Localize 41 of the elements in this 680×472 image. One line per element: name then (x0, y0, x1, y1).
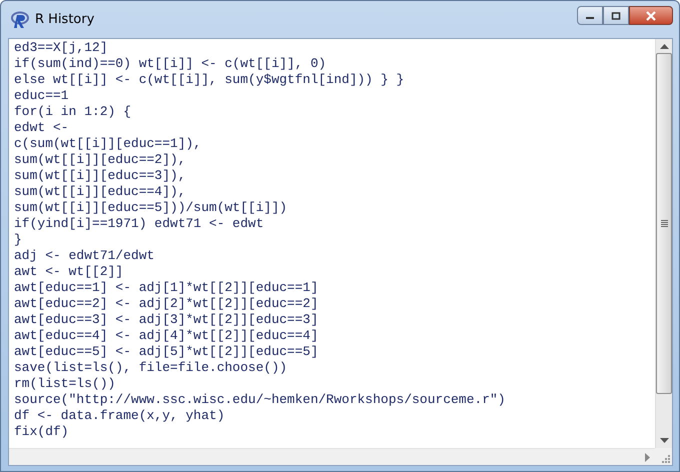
history-line: ed3==X[j,12] (14, 40, 109, 56)
resize-grip[interactable] (655, 448, 672, 465)
history-line: save(list=ls(), file=file.choose()) (14, 360, 288, 376)
history-line: edwt <- (14, 120, 70, 136)
vertical-scrollbar[interactable] (655, 39, 672, 448)
history-line: c(sum(wt[[i]][educ==1]), (14, 136, 202, 152)
history-line: awt[educ==4] <- adj[4]*wt[[2]][educ==4] (14, 328, 320, 344)
history-line: sum(wt[[i]][educ==2]), (14, 152, 187, 168)
maximize-button[interactable] (603, 6, 629, 25)
maximize-icon (611, 12, 621, 20)
history-line: awt[educ==5] <- adj[5]*wt[[2]][educ==5] (14, 344, 320, 360)
history-line: rm(list=ls()) (14, 376, 116, 392)
history-line: awt <- wt[[2]] (14, 264, 124, 280)
history-line: adj <- edwt71/edwt (14, 248, 156, 264)
history-line: if(sum(ind)==0) wt[[i]] <- c(wt[[i]], 0) (14, 56, 328, 72)
scroll-thumb[interactable] (656, 53, 672, 394)
window-title: R History (35, 12, 94, 27)
minimize-button[interactable] (577, 6, 603, 25)
r-logo-icon (11, 10, 29, 28)
scroll-down-icon[interactable] (660, 438, 668, 444)
history-line: awt[educ==1] <- adj[1]*wt[[2]][educ==1] (14, 280, 320, 296)
history-line: sum(wt[[i]][educ==4]), (14, 184, 187, 200)
history-line: } (14, 232, 23, 248)
history-line: df <- data.frame(x,y, yhat) (14, 408, 226, 424)
history-line: for(i in 1:2) { (14, 104, 132, 120)
grip-dots-icon (661, 454, 670, 463)
scroll-up-icon[interactable] (660, 43, 668, 49)
history-line: sum(wt[[i]][educ==3]), (14, 168, 187, 184)
history-line: awt[educ==2] <- adj[2]*wt[[2]][educ==2] (14, 296, 320, 312)
history-line: awt[educ==3] <- adj[3]*wt[[2]][educ==3] (14, 312, 320, 328)
history-line: fix(df) (14, 424, 70, 440)
history-line: sum(wt[[i]][educ==5]))/sum(wt[[i]]) (14, 200, 288, 216)
history-line: source("http://www.ssc.wisc.edu/~hemken/Rworkshops/sourceme.r") (14, 392, 506, 408)
history-line: else wt[[i]] <- c(wt[[i]], sum(y$wgtfnl[ind])) } } (14, 72, 406, 88)
history-line: if(yind[i]==1971) edwt71 <- edwt (14, 216, 265, 232)
close-button[interactable] (629, 6, 673, 25)
horizontal-scrollbar[interactable] (9, 448, 655, 465)
scroll-right-icon[interactable] (645, 452, 651, 462)
close-icon (645, 10, 657, 20)
grip-icon (660, 220, 668, 227)
history-line: educ==1 (14, 88, 70, 104)
